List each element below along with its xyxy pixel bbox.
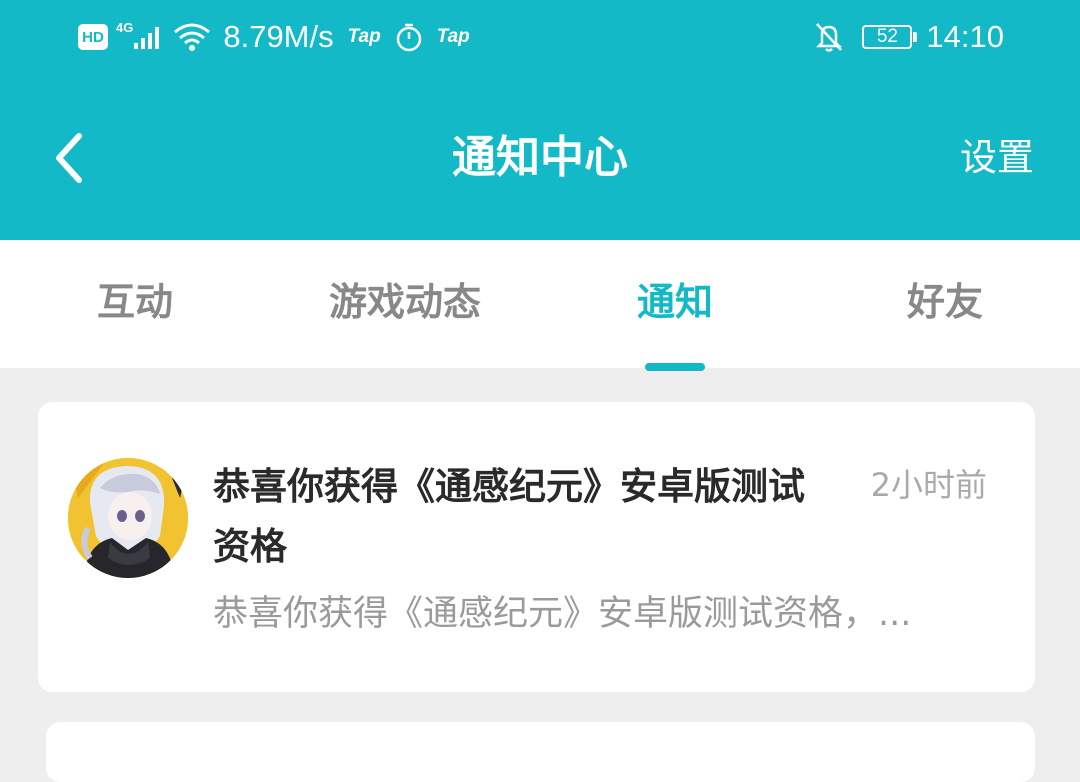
hd-badge: HD: [78, 24, 108, 50]
bell-off-icon: [814, 21, 844, 53]
tab-notifications[interactable]: 通知: [637, 272, 713, 332]
chevron-left-icon: [56, 133, 82, 183]
notification-card[interactable]: 恭喜你获得《通感纪元》安卓版测试资格 2小时前 恭喜你获得《通感纪元》安卓版测试…: [38, 402, 1035, 692]
page-title: 通知中心: [452, 132, 628, 183]
tap-notification-icon: Tap: [347, 26, 381, 47]
settings-button[interactable]: 设置: [960, 132, 1034, 184]
tab-friends[interactable]: 好友: [907, 272, 983, 332]
tab-game-updates[interactable]: 游戏动态: [329, 272, 481, 332]
status-bar: HD 4G 8.79M/s Tap Tap 52 14:10: [0, 0, 1080, 76]
active-tab-indicator: [645, 363, 705, 371]
battery-indicator: 52: [862, 25, 918, 49]
timer-icon: [395, 22, 423, 52]
notification-time: 2小时前: [870, 466, 987, 504]
back-button[interactable]: [44, 128, 94, 188]
tab-interactions[interactable]: 互动: [97, 272, 173, 332]
wifi-icon: [173, 22, 211, 52]
signal-icon: [133, 24, 163, 50]
notification-card-next[interactable]: [46, 722, 1035, 782]
avatar: [68, 458, 188, 578]
tab-bar: 互动 游戏动态 通知 好友: [0, 240, 1080, 368]
network-speed: 8.79M/s: [223, 19, 334, 54]
status-time: 14:10: [926, 19, 1004, 54]
notification-preview: 恭喜你获得《通感纪元》安卓版测试资格，...: [213, 594, 912, 634]
status-bar-right: 52 14:10: [814, 16, 1004, 58]
notification-title: 恭喜你获得《通感纪元》安卓版测试资格: [213, 465, 805, 568]
tap-notification-icon-2: Tap: [436, 26, 470, 47]
app-header: HD 4G 8.79M/s Tap Tap 52 14:10 通知中心 设置: [0, 0, 1080, 240]
status-bar-left: HD 4G 8.79M/s Tap Tap: [78, 16, 470, 58]
network-type-label: 4G: [116, 20, 134, 35]
